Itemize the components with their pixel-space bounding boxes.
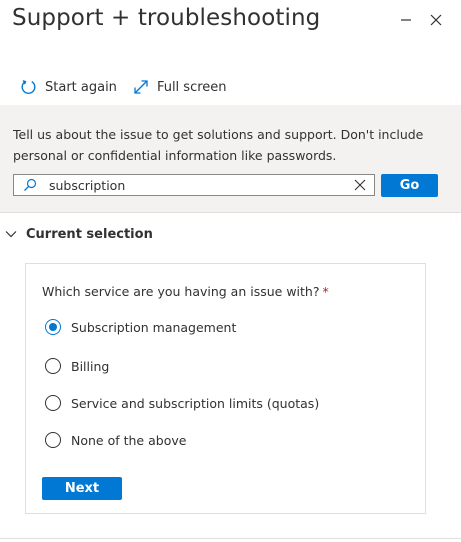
info-text: Tell us about the issue to get solutions… [13,127,424,163]
toolbar: Start again Full screen [20,76,243,98]
next-button[interactable]: Next [42,477,122,500]
radio-button[interactable] [45,358,61,374]
option-service-limits[interactable]: Service and subscription limits (quotas) [45,395,319,411]
chevron-down-icon [5,231,17,238]
option-label: Service and subscription limits (quotas) [71,395,320,411]
option-label: None of the above [71,432,187,448]
radio-button[interactable] [45,319,61,335]
minimize-button[interactable] [396,10,416,30]
question-label: Which service are you having an issue wi… [42,284,329,299]
option-label: Billing [71,358,110,374]
go-button[interactable]: Go [381,174,438,197]
option-none-of-the-above[interactable]: None of the above [45,432,186,448]
current-selection-toggle[interactable]: Current selection [5,224,153,244]
service-question-card: Which service are you having an issue wi… [25,263,426,514]
option-billing[interactable]: Billing [45,358,109,374]
refresh-icon [21,79,36,94]
search-band: Tell us about the issue to get solutions… [0,105,461,212]
question-text: Which service are you having an issue wi… [42,284,320,299]
support-panel: Support + troubleshooting Start again Fu… [0,0,461,542]
page-title: Support + troubleshooting [12,5,321,31]
divider [0,212,461,213]
start-again-label: Start again [45,79,117,95]
option-subscription-management[interactable]: Subscription management [45,319,236,335]
clear-icon[interactable] [354,179,366,191]
full-screen-label: Full screen [156,79,227,95]
close-icon [430,14,442,26]
radio-button[interactable] [45,432,61,448]
bottom-divider [0,538,461,539]
close-button[interactable] [426,10,446,30]
search-box[interactable] [13,174,375,196]
radio-button[interactable] [45,395,61,411]
search-icon [24,178,37,191]
expand-icon [134,80,148,94]
section-title: Current selection [26,226,153,242]
option-label: Subscription management [71,319,237,335]
required-marker: * [322,284,329,299]
full-screen-button[interactable]: Full screen [133,79,227,95]
minimize-icon [401,19,411,21]
search-input[interactable] [49,175,349,195]
panel-header: Support + troubleshooting [12,2,461,42]
start-again-button[interactable]: Start again [20,79,117,96]
